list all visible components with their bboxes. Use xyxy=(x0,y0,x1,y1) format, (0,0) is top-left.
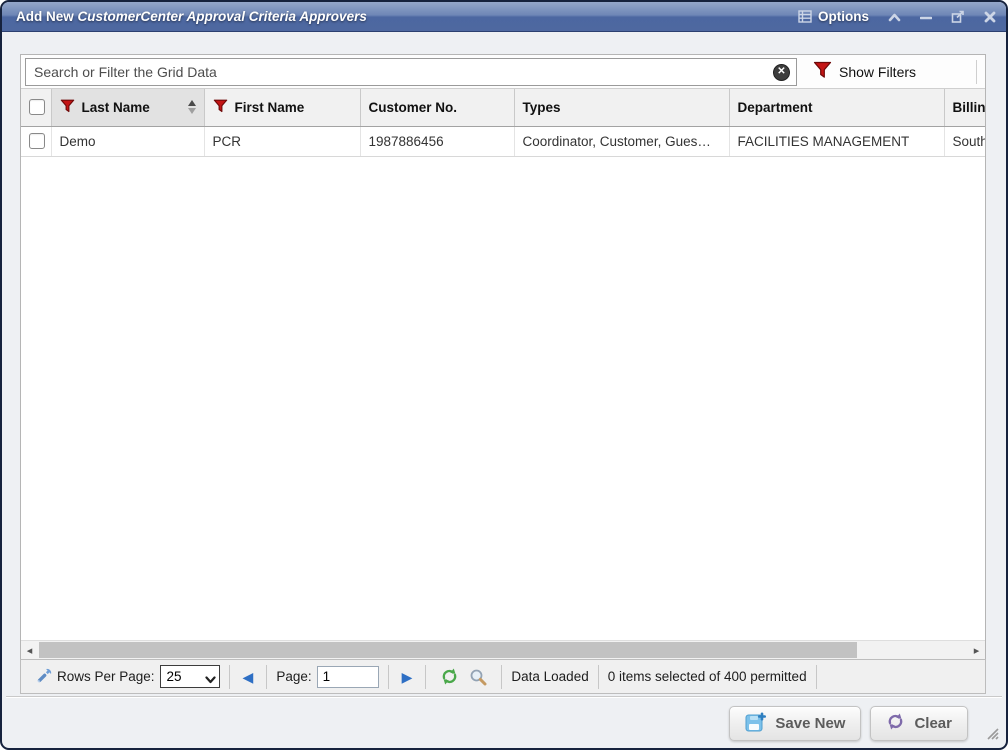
separator xyxy=(425,665,426,689)
column-header-customer-no[interactable]: Customer No. xyxy=(360,89,514,126)
filter-funnel-icon xyxy=(60,99,75,116)
clear-cycle-icon xyxy=(886,713,905,734)
select-all-header xyxy=(21,89,51,126)
column-header-billing[interactable]: Billing xyxy=(944,89,985,126)
search-grid-button[interactable] xyxy=(464,668,492,686)
cell-department: FACILITIES MANAGEMENT xyxy=(729,126,944,156)
popout-button[interactable] xyxy=(951,10,965,23)
cell-billing: South xyxy=(944,126,985,156)
footer-divider xyxy=(6,696,1002,697)
column-label: Last Name xyxy=(82,100,150,115)
next-page-button[interactable]: ▶ xyxy=(398,670,417,684)
select-all-checkbox[interactable] xyxy=(29,99,45,115)
search-filter-row: ✕ Show Filters xyxy=(21,55,985,89)
rows-per-page-select[interactable]: 25 xyxy=(160,665,220,688)
clear-label: Clear xyxy=(914,715,952,732)
status-text: Data Loaded xyxy=(511,669,588,684)
separator xyxy=(501,665,502,689)
options-grid-icon xyxy=(798,10,812,23)
column-label: Billing xyxy=(953,100,986,115)
column-label: Types xyxy=(523,100,561,115)
grid-panel: ✕ Show Filters xyxy=(20,54,986,660)
show-filters-button[interactable]: Show Filters xyxy=(813,61,916,82)
resize-grip[interactable] xyxy=(984,726,1000,745)
row-select-cell xyxy=(21,126,51,156)
row-checkbox[interactable] xyxy=(29,133,45,149)
scroll-left-button[interactable]: ◂ xyxy=(21,641,38,659)
column-label: Customer No. xyxy=(369,100,458,115)
save-icon xyxy=(745,712,766,736)
save-new-label: Save New xyxy=(775,715,845,732)
filter-funnel-icon xyxy=(813,61,832,82)
title-emphasis: CustomerCenter Approval Criteria Approve… xyxy=(78,9,367,24)
options-button[interactable]: Options xyxy=(798,9,869,24)
dialog-window: Add New CustomerCenter Approval Criteria… xyxy=(0,0,1008,750)
collapse-button[interactable] xyxy=(888,12,901,22)
column-header-types[interactable]: Types xyxy=(514,89,729,126)
scrollbar-thumb[interactable] xyxy=(39,642,857,658)
search-box: ✕ xyxy=(25,58,797,86)
column-header-first-name[interactable]: First Name xyxy=(204,89,360,126)
show-filters-label: Show Filters xyxy=(839,64,916,80)
grid-viewport: Last Name First Name xyxy=(21,89,985,640)
close-button[interactable] xyxy=(984,11,996,23)
sort-icon[interactable] xyxy=(188,100,198,114)
cell-first-name: PCR xyxy=(204,126,360,156)
selection-count-text: 0 items selected of 400 permitted xyxy=(608,669,807,684)
refresh-button[interactable] xyxy=(435,668,464,685)
separator xyxy=(816,665,817,689)
statusbar: Rows Per Page: 25 ◀ Page: ▶ xyxy=(20,659,986,694)
separator xyxy=(598,665,599,689)
clear-button[interactable]: Clear xyxy=(870,706,968,741)
separator xyxy=(388,665,389,689)
page-title: Add New CustomerCenter Approval Criteria… xyxy=(16,9,367,24)
save-new-button[interactable]: Save New xyxy=(729,706,861,741)
rows-per-page-label: Rows Per Page: xyxy=(57,669,155,684)
filter-funnel-icon xyxy=(213,99,228,116)
grid-header-row: Last Name First Name xyxy=(21,89,985,126)
page-input[interactable] xyxy=(317,666,379,688)
filter-row-separator xyxy=(976,60,977,84)
search-input[interactable] xyxy=(26,59,796,85)
column-header-last-name[interactable]: Last Name xyxy=(51,89,204,126)
table-row[interactable]: Demo PCR 1987886456 Coordinator, Custome… xyxy=(21,126,985,156)
title-prefix: Add New xyxy=(16,9,78,24)
settings-wrench-icon[interactable] xyxy=(29,668,57,686)
titlebar: Add New CustomerCenter Approval Criteria… xyxy=(2,2,1006,32)
page-label: Page: xyxy=(276,669,311,684)
prev-page-button[interactable]: ◀ xyxy=(239,670,258,684)
horizontal-scrollbar: ◂ ▸ xyxy=(21,640,985,659)
clear-search-icon[interactable]: ✕ xyxy=(773,64,790,81)
cell-customer-no: 1987886456 xyxy=(360,126,514,156)
separator xyxy=(266,665,267,689)
scroll-right-button[interactable]: ▸ xyxy=(968,641,985,659)
options-label: Options xyxy=(818,9,869,24)
cell-last-name: Demo xyxy=(51,126,204,156)
column-label: First Name xyxy=(235,100,305,115)
scrollbar-track[interactable] xyxy=(38,641,968,659)
column-header-department[interactable]: Department xyxy=(729,89,944,126)
cell-types: Coordinator, Customer, Gues… xyxy=(514,126,729,156)
separator xyxy=(229,665,230,689)
minimize-button[interactable] xyxy=(920,12,932,22)
column-label: Department xyxy=(738,100,813,115)
data-grid: Last Name First Name xyxy=(21,89,985,157)
